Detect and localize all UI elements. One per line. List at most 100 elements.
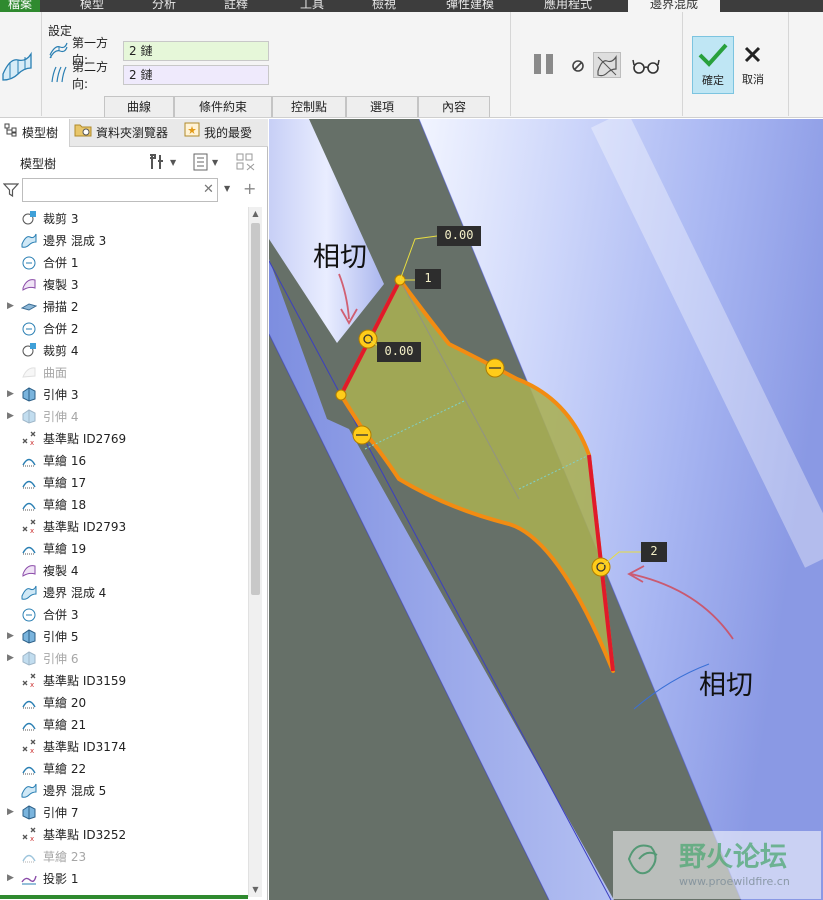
tree-item[interactable]: 裁剪 4 <box>0 339 246 361</box>
tree-item[interactable]: 複製 3 <box>0 273 246 295</box>
tree-filter-layers-icon[interactable] <box>236 153 256 174</box>
no-preview-icon[interactable] <box>570 58 586 74</box>
menu-tab-tools[interactable]: 工具 <box>300 0 324 12</box>
tree-item[interactable]: x 基準點 ID3174 <box>0 735 246 757</box>
menu-tab-flexible-modeling[interactable]: 彈性建模 <box>446 0 494 12</box>
menu-tab-file[interactable]: 檔案 <box>0 0 41 12</box>
tree-search-row: ✕ ▼ + <box>0 177 268 205</box>
tab-favorites-label: 我的最愛 <box>204 126 253 140</box>
menu-tab-analysis[interactable]: 分析 <box>152 0 176 12</box>
expand-arrow-icon[interactable]: ▶ <box>7 653 15 663</box>
first-direction-field[interactable]: 2 鏈 <box>123 41 269 61</box>
tree-item[interactable]: 合併 2 <box>0 317 246 339</box>
tree-item[interactable]: 合併 3 <box>0 603 246 625</box>
svg-text:x: x <box>30 527 34 534</box>
boundary-blend-icon <box>21 584 37 600</box>
tree-item-label: 合併 1 <box>43 255 79 270</box>
ok-label: 確定 <box>702 74 724 87</box>
tree-item[interactable]: 複製 4 <box>0 559 246 581</box>
tree-item[interactable]: 曲面 <box>0 361 246 383</box>
tree-item[interactable]: 草繪 17 <box>0 471 246 493</box>
sketch-icon <box>21 694 37 710</box>
menu-tab-boundary-blend[interactable]: 邊界混成 <box>628 0 721 12</box>
tab-favorites[interactable]: 我的最愛 <box>184 119 268 147</box>
tree-item[interactable]: 草繪 21 <box>0 713 246 735</box>
tree-item[interactable]: x 基準點 ID2769 <box>0 427 246 449</box>
dimension-top-value[interactable]: 0.00 <box>437 228 481 242</box>
tree-item[interactable]: ▶ 投影 1 <box>0 867 246 889</box>
curve-handle[interactable] <box>485 358 505 378</box>
tree-item[interactable]: x 基準點 ID3252 <box>0 823 246 845</box>
add-filter-icon[interactable]: + <box>243 179 256 198</box>
pause-icon[interactable] <box>532 52 556 76</box>
subtab-curves[interactable]: 曲線 <box>104 96 174 117</box>
menu-tab-annotate[interactable]: 註釋 <box>224 0 248 12</box>
expand-arrow-icon[interactable]: ▶ <box>7 631 15 641</box>
expand-arrow-icon[interactable]: ▶ <box>7 411 15 421</box>
graphics-viewport[interactable]: 相切 相切 0.00 0.00 1 2 野火论坛 www.proewildfir… <box>269 119 823 900</box>
expand-arrow-icon[interactable]: ▶ <box>7 873 15 883</box>
tree-item[interactable]: 草繪 22 <box>0 757 246 779</box>
tree-title: 模型樹 <box>20 157 57 171</box>
tree-item[interactable]: ▶ 引伸 7 <box>0 801 246 823</box>
control-handle[interactable] <box>335 389 347 401</box>
tree-item[interactable]: 草繪 18 <box>0 493 246 515</box>
tab-folder-browser-label: 資料夾瀏覽器 <box>96 126 169 140</box>
tree-show-button[interactable]: ▼ <box>192 153 218 171</box>
chain-tag-1: 1 <box>424 271 432 285</box>
tab-model-tree[interactable]: 模型樹 <box>0 119 70 147</box>
expand-arrow-icon[interactable]: ▶ <box>7 807 15 817</box>
merge-icon <box>21 254 37 270</box>
tree-item[interactable]: ▶ 引伸 6 <box>0 647 246 669</box>
expand-arrow-icon[interactable]: ▶ <box>7 389 15 399</box>
search-dropdown-icon[interactable]: ▼ <box>224 184 230 193</box>
subtab-constraints[interactable]: 條件約束 <box>174 96 272 117</box>
clear-search-icon[interactable]: ✕ <box>203 182 214 197</box>
subtab-options[interactable]: 選項 <box>346 96 418 117</box>
tree-scrollbar[interactable]: ▲ ▼ <box>248 207 262 897</box>
tree-item[interactable]: x 基準點 ID2793 <box>0 515 246 537</box>
verify-glasses-icon[interactable] <box>631 56 661 76</box>
ok-button[interactable]: 確定 <box>692 36 734 94</box>
tab-model-tree-label: 模型樹 <box>22 126 59 140</box>
datum-point-icon: x <box>21 738 37 755</box>
tree-item[interactable]: 草繪 16 <box>0 449 246 471</box>
tree-item[interactable]: 邊界 混成 5 <box>0 779 246 801</box>
model-tree: 裁剪 3 邊界 混成 3 合併 1 複製 3 ▶ 掃描 2 合併 2 裁剪 4 曲面 ▶ 引伸 3 ▶… <box>0 207 248 897</box>
boundary-blend-icon <box>21 782 37 798</box>
cancel-button[interactable]: 取消 <box>738 36 768 94</box>
tree-settings-button[interactable]: ▼ <box>148 153 176 171</box>
curve-handle[interactable] <box>352 425 372 445</box>
tree-item[interactable]: 裁剪 3 <box>0 207 246 229</box>
extrude-icon <box>21 628 37 644</box>
tree-item[interactable]: 合併 1 <box>0 251 246 273</box>
second-direction-field[interactable]: 2 鏈 <box>123 65 269 85</box>
trim-icon <box>21 210 37 226</box>
dimension-left-value[interactable]: 0.00 <box>377 344 421 358</box>
geometry-preview-icon[interactable] <box>593 52 621 78</box>
filter-icon[interactable] <box>2 182 20 201</box>
menu-tab-model[interactable]: 模型 <box>80 0 104 12</box>
tab-folder-browser[interactable]: 資料夾瀏覽器 <box>74 119 180 147</box>
tree-item[interactable]: ▶ 引伸 5 <box>0 625 246 647</box>
tree-item[interactable]: 邊界 混成 3 <box>0 229 246 251</box>
subtab-properties[interactable]: 內容 <box>418 96 490 117</box>
tree-item[interactable]: 邊界 混成 4 <box>0 581 246 603</box>
tree-item[interactable]: x 基準點 ID3159 <box>0 669 246 691</box>
scrollbar-thumb[interactable] <box>251 223 260 595</box>
tree-item[interactable]: ▶ 引伸 3 <box>0 383 246 405</box>
tree-item[interactable]: 草繪 19 <box>0 537 246 559</box>
tree-item[interactable]: ▶ 掃描 2 <box>0 295 246 317</box>
menu-bar: 檔案 模型 分析 註釋 工具 檢視 彈性建模 應用程式 邊界混成 <box>0 0 823 12</box>
tree-item[interactable]: 草繪 23 <box>0 845 246 867</box>
menu-tab-view[interactable]: 檢視 <box>372 0 396 12</box>
merge-icon <box>21 320 37 336</box>
trim-icon <box>21 342 37 358</box>
tree-item[interactable]: ▶ 引伸 4 <box>0 405 246 427</box>
merge-icon <box>21 606 37 622</box>
subtab-control-points[interactable]: 控制點 <box>272 96 346 117</box>
expand-arrow-icon[interactable]: ▶ <box>7 301 15 311</box>
tree-item[interactable]: 草繪 20 <box>0 691 246 713</box>
tree-search-input[interactable] <box>22 178 218 202</box>
menu-tab-applications[interactable]: 應用程式 <box>544 0 592 12</box>
